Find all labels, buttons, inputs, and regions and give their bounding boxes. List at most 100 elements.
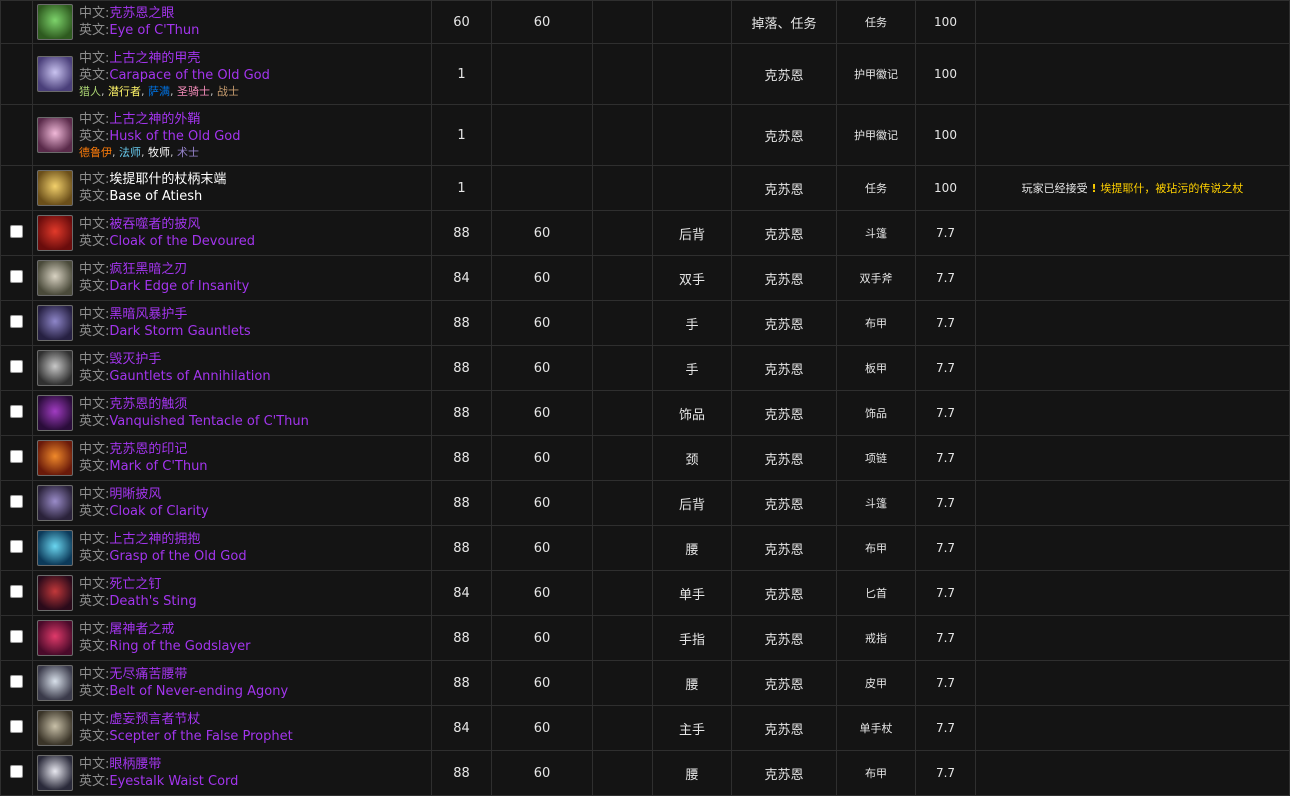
- item-source: 克苏恩: [731, 300, 837, 346]
- select-checkbox[interactable]: [10, 359, 23, 373]
- class-name: 圣骑士: [177, 84, 210, 98]
- table-row: 中文:上古之神的外鞘 英文:Husk of the Old God 德鲁伊, 法师,…: [0, 104, 1290, 166]
- item-en-name[interactable]: Eyestalk Waist Cord: [109, 774, 238, 789]
- item-cn-name[interactable]: 克苏恩的印记: [109, 442, 187, 457]
- item-cn-name[interactable]: 明晰披风: [109, 487, 161, 502]
- item-name-wrap: 中文:埃提耶什的杖柄末端 英文:Base of Atiesh: [33, 170, 431, 206]
- table-row: 中文:克苏恩的触须 英文:Vanquished Tentacle of C'Thu…: [0, 390, 1290, 436]
- item-cn-name[interactable]: 毁灭护手: [109, 352, 161, 367]
- item-en-name[interactable]: Grasp of the Old God: [109, 549, 246, 564]
- item-cn-name[interactable]: 上古之神的甲壳: [109, 51, 200, 66]
- item-en-name[interactable]: Eye of C'Thun: [109, 23, 199, 38]
- cn-name-line: 中文:被吞噬者的披风: [79, 216, 255, 233]
- item-cn-name[interactable]: 上古之神的拥抱: [109, 532, 200, 547]
- en-name-line: 英文:Eyestalk Waist Cord: [79, 773, 238, 790]
- select-checkbox[interactable]: [10, 629, 23, 643]
- select-checkbox[interactable]: [10, 224, 23, 238]
- note-cell: [975, 104, 1290, 166]
- item-name-wrap: 中文:疯狂黑暗之刃 英文:Dark Edge of Insanity: [33, 260, 431, 296]
- item-cn-name[interactable]: 无尽痛苦腰带: [109, 667, 187, 682]
- select-cell: [0, 0, 33, 44]
- item-cn-name[interactable]: 上古之神的外鞘: [109, 112, 200, 127]
- item-cn-name[interactable]: 埃提耶什的杖柄末端: [109, 172, 226, 187]
- item-cn-name[interactable]: 疯狂黑暗之刃: [109, 262, 187, 277]
- item-en-name[interactable]: Base of Atiesh: [109, 189, 202, 204]
- note-prefix: 玩家已经接受: [1021, 182, 1088, 195]
- item-en-name[interactable]: Dark Storm Gauntlets: [109, 324, 250, 339]
- dark-edge-icon[interactable]: [37, 260, 73, 296]
- belt-agony-icon[interactable]: [37, 665, 73, 701]
- eye-of-cthun-icon[interactable]: [37, 4, 73, 40]
- item-en-name[interactable]: Belt of Never-ending Agony: [109, 684, 288, 699]
- item-cn-name[interactable]: 克苏恩的触须: [109, 397, 187, 412]
- select-checkbox[interactable]: [10, 449, 23, 463]
- item-phase: 7.7: [915, 480, 976, 526]
- husk-icon[interactable]: [37, 117, 73, 153]
- item-cn-name[interactable]: 屠神者之戒: [109, 622, 174, 637]
- table-row: 中文:克苏恩之眼 英文:Eye of C'Thun 60 60 掉落、任务 任务 100: [0, 0, 1290, 44]
- item-slot: [652, 165, 732, 211]
- note-cell: [975, 615, 1290, 661]
- item-en-name[interactable]: Carapace of the Old God: [109, 68, 270, 83]
- item-type: 戒指: [836, 615, 916, 661]
- item-en-name[interactable]: Ring of the Godslayer: [109, 639, 250, 654]
- select-checkbox[interactable]: [10, 269, 23, 283]
- select-checkbox[interactable]: [10, 539, 23, 553]
- cn-name-line: 中文:明晰披风: [79, 486, 209, 503]
- select-checkbox[interactable]: [10, 494, 23, 508]
- item-slot: 单手: [652, 570, 732, 616]
- scepter-prophet-icon[interactable]: [37, 710, 73, 746]
- item-source: 克苏恩: [731, 165, 837, 211]
- required-level: 60: [491, 300, 593, 346]
- item-en-name[interactable]: Scepter of the False Prophet: [109, 729, 292, 744]
- cloak-clarity-icon[interactable]: [37, 485, 73, 521]
- item-type: 单手杖: [836, 705, 916, 751]
- select-checkbox[interactable]: [10, 584, 23, 598]
- mark-of-cthun-icon[interactable]: [37, 440, 73, 476]
- ring-godslayer-icon[interactable]: [37, 620, 73, 656]
- select-checkbox[interactable]: [10, 314, 23, 328]
- cn-prefix: 中文:: [79, 172, 110, 187]
- separator: ,: [210, 84, 217, 98]
- deaths-sting-icon[interactable]: [37, 575, 73, 611]
- item-en-name[interactable]: Dark Edge of Insanity: [109, 279, 249, 294]
- eyestalk-cord-icon[interactable]: [37, 755, 73, 791]
- item-en-name[interactable]: Husk of the Old God: [109, 129, 240, 144]
- item-cn-name[interactable]: 眼柄腰带: [109, 757, 161, 772]
- cloak-devoured-icon[interactable]: [37, 215, 73, 251]
- select-cell: [0, 660, 33, 706]
- item-en-name[interactable]: Death's Sting: [109, 594, 196, 609]
- item-en-name[interactable]: Vanquished Tentacle of C'Thun: [109, 414, 308, 429]
- select-checkbox[interactable]: [10, 719, 23, 733]
- separator: ,: [141, 84, 148, 98]
- base-of-atiesh-icon[interactable]: [37, 170, 73, 206]
- en-name-line: 英文:Cloak of Clarity: [79, 503, 209, 520]
- item-cn-name[interactable]: 被吞噬者的披风: [109, 217, 200, 232]
- item-name-cell: 中文:虚妄预言者节杖 英文:Scepter of the False Prophe…: [32, 705, 432, 751]
- item-cn-name[interactable]: 克苏恩之眼: [109, 6, 174, 21]
- item-en-name[interactable]: Cloak of Clarity: [109, 504, 208, 519]
- select-checkbox[interactable]: [10, 674, 23, 688]
- carapace-icon[interactable]: [37, 56, 73, 92]
- note-cell: [975, 570, 1290, 616]
- dark-storm-gauntlets-icon[interactable]: [37, 305, 73, 341]
- select-checkbox[interactable]: [10, 404, 23, 418]
- item-names: 中文:疯狂黑暗之刃 英文:Dark Edge of Insanity: [79, 261, 249, 295]
- note-cell: [975, 255, 1290, 301]
- empty-cell: [592, 435, 653, 481]
- item-en-name[interactable]: Cloak of the Devoured: [109, 234, 255, 249]
- tentacle-icon[interactable]: [37, 395, 73, 431]
- table-row: 中文:被吞噬者的披风 英文:Cloak of the Devoured 88 60 后背…: [0, 210, 1290, 256]
- item-cn-name[interactable]: 黑暗风暴护手: [109, 307, 187, 322]
- select-checkbox[interactable]: [10, 764, 23, 778]
- item-slot: 手: [652, 300, 732, 346]
- item-en-name[interactable]: Mark of C'Thun: [109, 459, 207, 474]
- item-en-name[interactable]: Gauntlets of Annihilation: [109, 369, 270, 384]
- grasp-old-god-icon[interactable]: [37, 530, 73, 566]
- en-name-line: 英文:Scepter of the False Prophet: [79, 728, 293, 745]
- quest-link[interactable]: 埃提耶什，被玷污的传说之杖: [1100, 182, 1243, 195]
- gauntlets-annihilation-icon[interactable]: [37, 350, 73, 386]
- en-prefix: 英文:: [79, 414, 110, 429]
- item-cn-name[interactable]: 虚妄预言者节杖: [109, 712, 200, 727]
- item-cn-name[interactable]: 死亡之钉: [109, 577, 161, 592]
